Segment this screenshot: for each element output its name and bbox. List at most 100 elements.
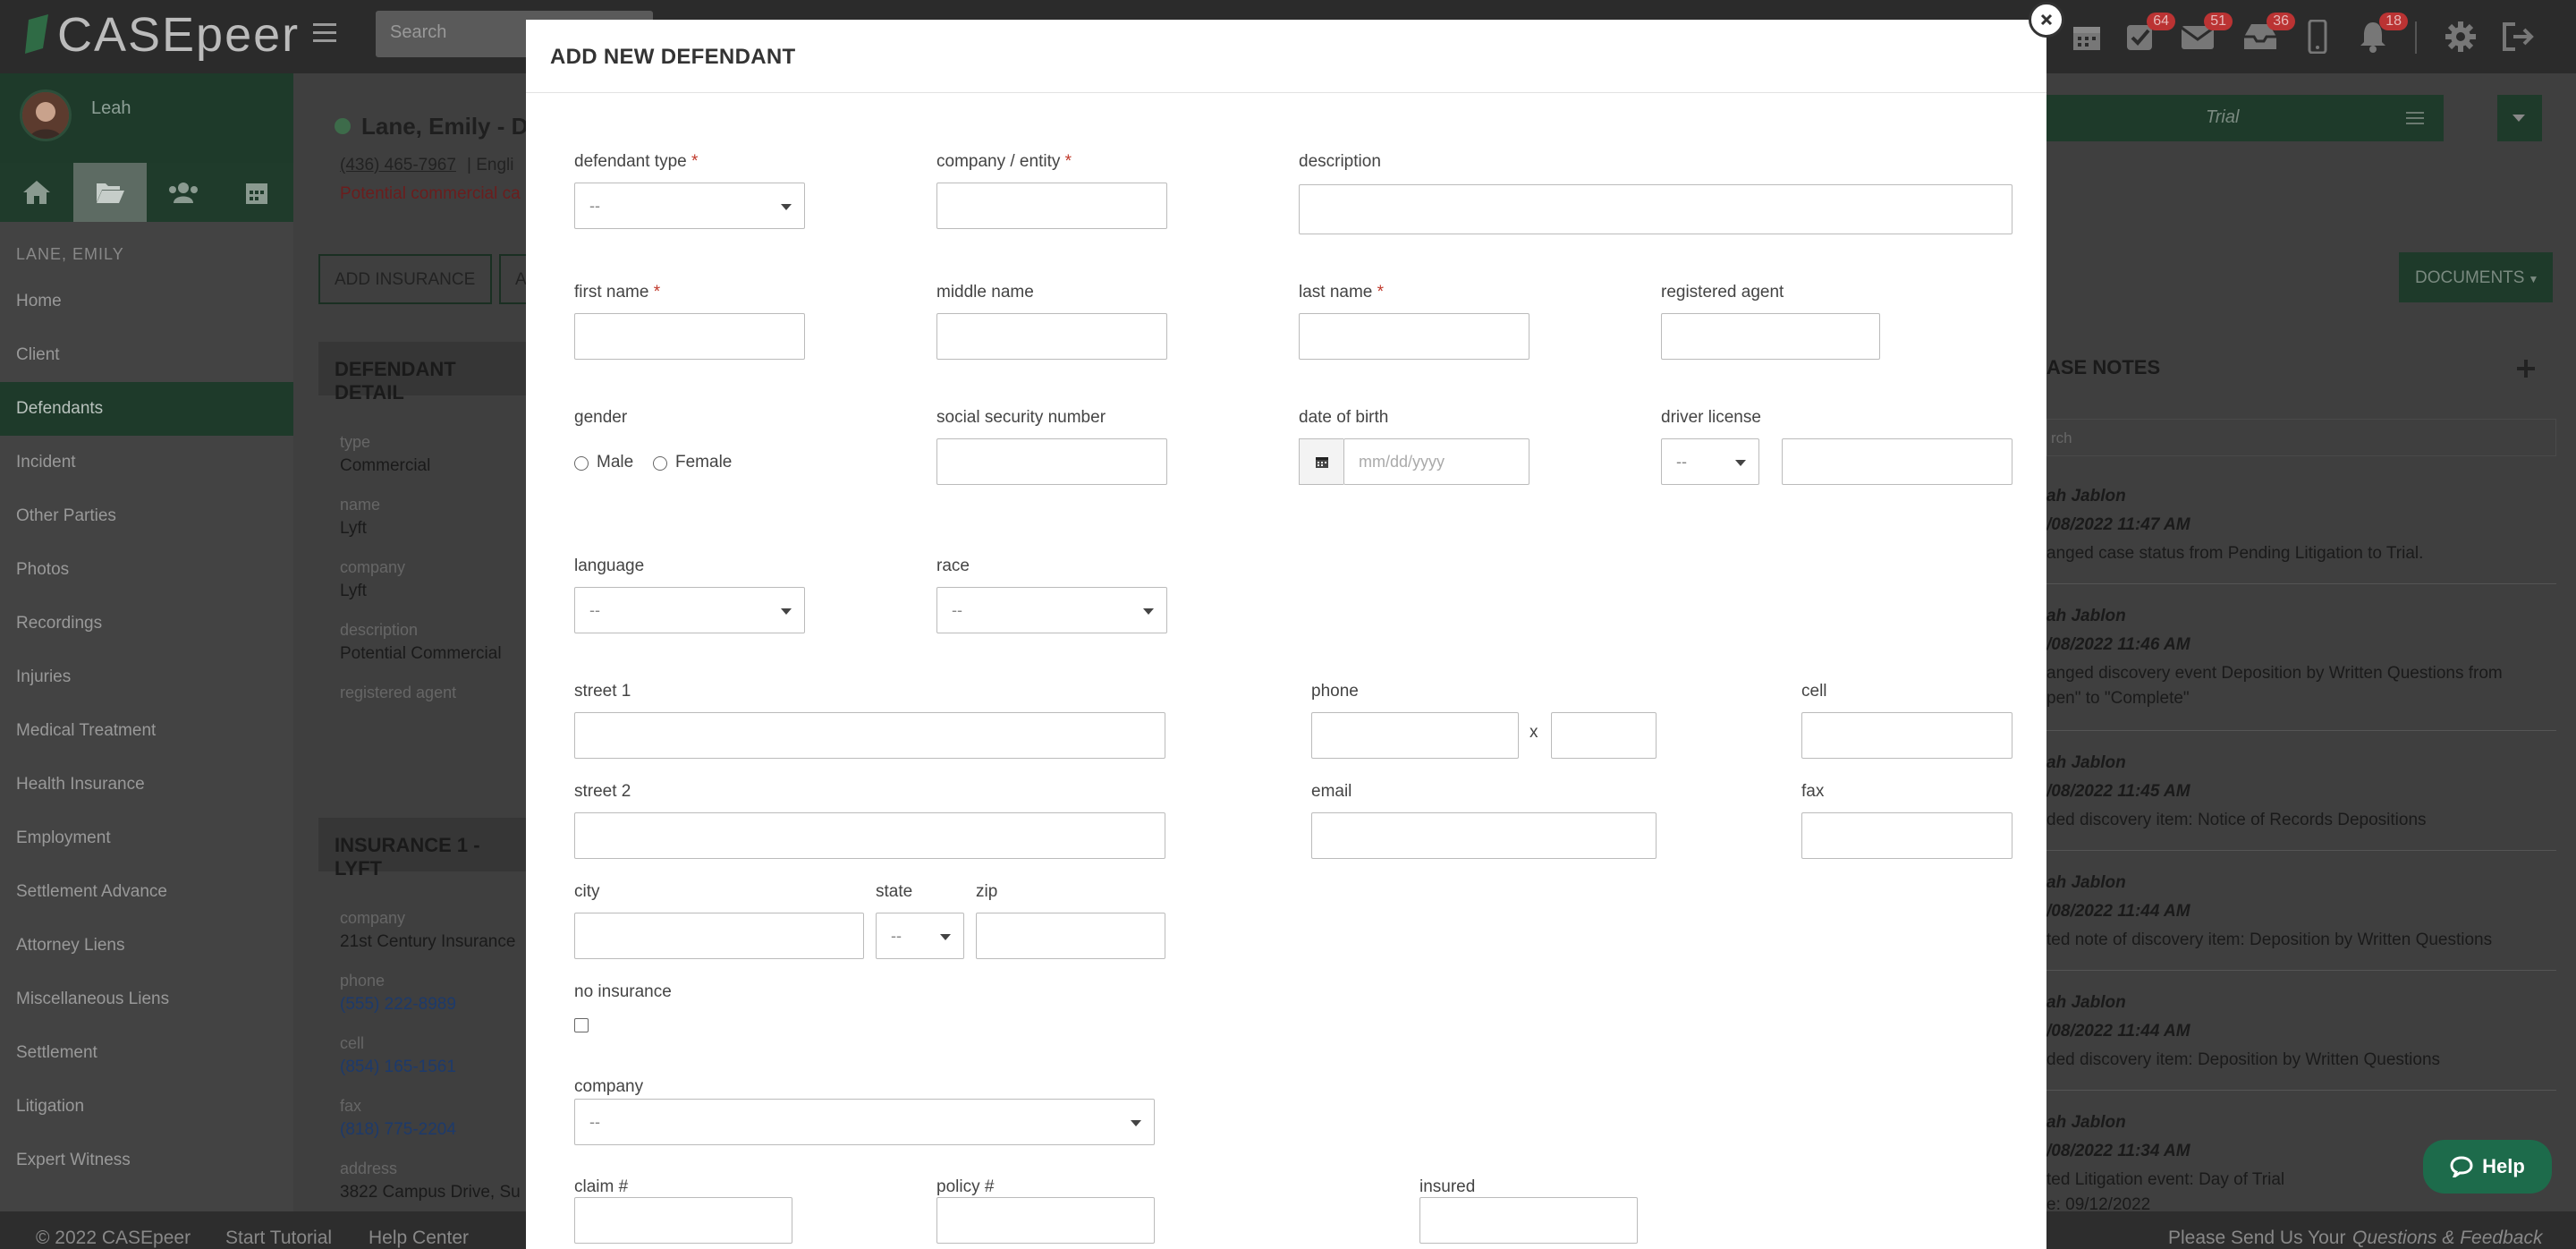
sidebar-item-label: Litigation <box>16 1097 85 1116</box>
phone-input[interactable] <box>1311 712 1519 759</box>
folder-open-icon[interactable] <box>73 163 147 222</box>
dob-input[interactable]: mm/dd/yyyy <box>1343 438 1530 485</box>
notifications-badge: 18 <box>2379 13 2408 30</box>
label-text: first name <box>574 283 649 302</box>
state-select[interactable]: -- <box>876 913 964 959</box>
sidebar-item-settlement[interactable]: Settlement <box>0 1026 293 1080</box>
sidebar-item-client[interactable]: Client <box>0 328 293 382</box>
email-input[interactable] <box>1311 812 1657 859</box>
defendant-type-select[interactable]: -- <box>574 183 805 229</box>
case-name-heading: LANE, EMILY <box>16 245 124 263</box>
gender-male-label[interactable]: Male <box>597 453 633 472</box>
first-name-input[interactable] <box>574 313 805 360</box>
mobile-phone-icon[interactable] <box>2297 16 2338 57</box>
avatar[interactable] <box>20 89 72 141</box>
start-tutorial-link[interactable]: Start Tutorial <box>225 1228 332 1249</box>
contacts-group-icon[interactable] <box>147 163 220 222</box>
note-text: ded discovery item: Notice of Records De… <box>2046 811 2427 829</box>
language-select[interactable]: -- <box>574 587 805 633</box>
modal-title: ADD NEW DEFENDANT <box>526 20 2046 93</box>
casepeer-logo[interactable]: CASEpeer <box>21 5 300 64</box>
gender-female-label[interactable]: Female <box>675 453 732 472</box>
case-status-bar[interactable]: Trial <box>2046 95 2444 141</box>
mail-icon[interactable]: 51 <box>2177 13 2233 57</box>
list-icon <box>2406 112 2424 124</box>
documents-button[interactable]: DOCUMENTS ▼ <box>2399 252 2553 302</box>
field-label: registered agent <box>340 684 457 701</box>
sidebar-item-incident[interactable]: Incident <box>0 436 293 489</box>
sidebar-item-medical-treatment[interactable]: Medical Treatment <box>0 704 293 758</box>
sidebar-item-label: Medical Treatment <box>16 721 157 740</box>
phone-link[interactable]: (555) 222-8989 <box>340 995 456 1015</box>
search-placeholder: Search <box>390 22 447 42</box>
sidebar-item-attorney-liens[interactable]: Attorney Liens <box>0 919 293 973</box>
notifications-bell-icon[interactable]: 18 <box>2352 13 2408 57</box>
last-name-input[interactable] <box>1299 313 1530 360</box>
city-input[interactable] <box>574 913 864 959</box>
client-phone-link[interactable]: (436) 465-7967 <box>340 156 456 175</box>
cell-label: cell <box>1801 682 1827 701</box>
search-placeholder: rch <box>2051 429 2072 446</box>
select-value: -- <box>891 927 902 945</box>
company-entity-input[interactable] <box>936 183 1167 229</box>
tasks-checkbox-icon[interactable]: 64 <box>2120 13 2175 57</box>
defendant-details-header: DEFENDANT DETAIL <box>318 342 533 404</box>
insured-input[interactable] <box>1419 1197 1638 1244</box>
field-value: 21st Century Insurance <box>340 932 516 951</box>
street1-input[interactable] <box>574 712 1165 759</box>
fax-link[interactable]: (818) 775-2204 <box>340 1120 456 1140</box>
driver-license-input[interactable] <box>1782 438 2012 485</box>
calendar-icon[interactable] <box>2066 16 2107 57</box>
gender-female-radio[interactable] <box>653 456 667 471</box>
calendar-icon[interactable] <box>220 163 293 222</box>
sidebar-item-defendants[interactable]: Defendants <box>0 382 293 436</box>
add-note-plus-icon[interactable] <box>2515 358 2537 379</box>
inbox-tray-icon[interactable]: 36 <box>2240 13 2295 57</box>
sidebar-item-settlement-advance[interactable]: Settlement Advance <box>0 865 293 919</box>
notes-search-input[interactable]: rch <box>2046 419 2556 456</box>
middle-name-input[interactable] <box>936 313 1167 360</box>
sidebar-item-expert-witness[interactable]: Expert Witness <box>0 1134 293 1187</box>
sidebar-item-miscellaneous-liens[interactable]: Miscellaneous Liens <box>0 973 293 1026</box>
sidebar-item-health-insurance[interactable]: Health Insurance <box>0 758 293 811</box>
dropdown-toggle-button[interactable] <box>2497 95 2542 141</box>
feedback-link[interactable]: Questions & Feedback <box>2352 1228 2542 1249</box>
help-center-link[interactable]: Help Center <box>369 1228 469 1249</box>
sidebar-item-litigation[interactable]: Litigation <box>0 1080 293 1134</box>
street2-input[interactable] <box>574 812 1165 859</box>
driver-license-state-select[interactable]: -- <box>1661 438 1759 485</box>
note-author: ah Jablon <box>2046 607 2126 625</box>
cell-link[interactable]: (854) 165-1561 <box>340 1058 456 1077</box>
sidebar-item-other-parties[interactable]: Other Parties <box>0 489 293 543</box>
description-input[interactable] <box>1299 184 2012 234</box>
close-modal-button[interactable] <box>2029 2 2064 38</box>
no-insurance-label: no insurance <box>574 982 672 1001</box>
registered-agent-input[interactable] <box>1661 313 1880 360</box>
race-select[interactable]: -- <box>936 587 1167 633</box>
help-button[interactable]: Help <box>2423 1140 2552 1194</box>
driver-license-label: driver license <box>1661 408 1761 427</box>
add-insurance-button[interactable]: ADD INSURANCE <box>318 254 492 304</box>
settings-gear-icon[interactable] <box>2440 16 2481 57</box>
calendar-icon[interactable] <box>1299 438 1343 485</box>
claim-number-input[interactable] <box>574 1197 792 1244</box>
label-text: company / entity <box>936 152 1061 171</box>
sidebar-item-label: Client <box>16 345 60 364</box>
sidebar-item-home[interactable]: Home <box>0 275 293 328</box>
sidebar-item-injuries[interactable]: Injuries <box>0 650 293 704</box>
logout-icon[interactable] <box>2497 16 2538 57</box>
phone-ext-input[interactable] <box>1551 712 1657 759</box>
zip-input[interactable] <box>976 913 1165 959</box>
ssn-input[interactable] <box>936 438 1167 485</box>
sidebar-item-photos[interactable]: Photos <box>0 543 293 597</box>
cell-input[interactable] <box>1801 712 2012 759</box>
home-icon[interactable] <box>0 163 73 222</box>
sidebar-item-employment[interactable]: Employment <box>0 811 293 865</box>
sidebar-item-recordings[interactable]: Recordings <box>0 597 293 650</box>
policy-number-input[interactable] <box>936 1197 1155 1244</box>
fax-input[interactable] <box>1801 812 2012 859</box>
hamburger-menu-icon[interactable] <box>313 20 340 47</box>
no-insurance-checkbox[interactable] <box>574 1018 589 1032</box>
gender-male-radio[interactable] <box>574 456 589 471</box>
insurance-company-select[interactable]: -- <box>574 1099 1155 1145</box>
